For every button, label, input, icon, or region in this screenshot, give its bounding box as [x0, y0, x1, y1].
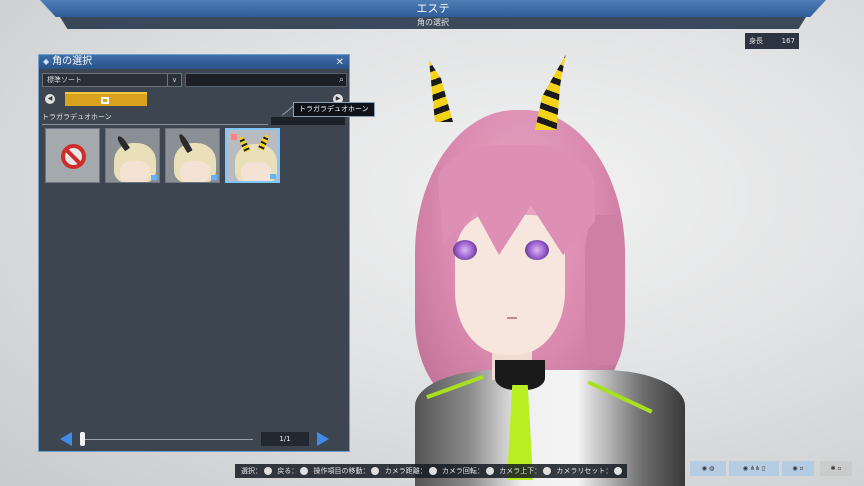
item-horn-2[interactable]: [165, 128, 220, 183]
name-field: [271, 117, 345, 125]
page-slider-track[interactable]: [85, 439, 253, 440]
diamond-icon: ◆: [43, 57, 50, 66]
item-none[interactable]: [45, 128, 100, 183]
height-display: 身長 167: [745, 33, 799, 49]
button-b-icon: [300, 467, 309, 475]
button-a-icon: [264, 467, 272, 475]
character-eye-left: [453, 240, 477, 260]
guide-back: 戻る：: [277, 467, 299, 475]
guide-camera-distance: カメラ距離：: [384, 467, 427, 475]
category-tab-all[interactable]: [65, 92, 147, 106]
screen-subtitle: 角の選択: [60, 17, 806, 29]
category-prev-button-icon[interactable]: ◀: [45, 94, 55, 104]
controls-guide: 選択： 戻る： 操作項目の移動： カメラ距離： カメラ回転： カメラ上下： カメ…: [235, 464, 627, 478]
new-badge-icon: [231, 134, 237, 140]
grid-icon: [101, 97, 109, 104]
light-toggle-button[interactable]: ✱ ▫: [820, 461, 852, 476]
guide-camera-reset: カメラリセット：: [556, 467, 613, 475]
character-braid: [585, 215, 625, 365]
panel-title: 角の選択: [52, 56, 93, 67]
status-tag-icon: [270, 174, 276, 179]
item-tooltip: トラガラデュオホーン: [293, 102, 375, 117]
character-mouth: [507, 317, 517, 319]
page-slider-handle[interactable]: [80, 432, 85, 446]
stick-click-icon: [614, 467, 623, 475]
height-value: 167: [781, 37, 795, 45]
guide-move: 操作項目の移動：: [313, 467, 370, 475]
panel-titlebar: ◆ 角の選択 ✕: [39, 55, 349, 69]
character-face-thumbnail: [174, 143, 216, 182]
status-tag-icon: [211, 175, 217, 180]
character-eye-right: [525, 240, 549, 260]
view-toggle-button[interactable]: ◉ ◍: [690, 461, 726, 476]
pose-toggle-button[interactable]: ◉ ⋔⋔ ▯: [729, 461, 779, 476]
screen-title: エステ: [40, 0, 826, 17]
status-tag-icon: [151, 175, 157, 180]
guide-camera-rotate: カメラ回転：: [441, 467, 484, 475]
close-icon[interactable]: ✕: [336, 56, 344, 70]
selected-item-name: トラガラデュオホーン: [42, 112, 268, 125]
sort-label: 標準ソート: [47, 76, 82, 84]
item-horn-1[interactable]: [105, 128, 160, 183]
page-prev-arrow-icon[interactable]: [60, 432, 72, 446]
chevron-down-icon[interactable]: ∨: [167, 74, 181, 86]
stick-icon: [543, 467, 552, 475]
no-entry-icon: [61, 144, 86, 169]
character-face-thumbnail: [114, 143, 156, 182]
dpad-icon: [371, 467, 380, 475]
search-icon[interactable]: ⌕: [339, 74, 344, 86]
camera-toggle-button[interactable]: ◉ ▫: [782, 461, 814, 476]
item-horn-3-selected[interactable]: [225, 128, 280, 183]
character-preview[interactable]: [395, 55, 695, 486]
stick-icon: [485, 467, 494, 475]
item-grid: [45, 128, 280, 183]
page-next-arrow-icon[interactable]: [317, 432, 329, 446]
guide-camera-updown: カメラ上下：: [499, 467, 542, 475]
height-label: 身長: [749, 37, 763, 45]
search-input[interactable]: ⌕: [185, 73, 347, 87]
horn-left: [429, 60, 453, 122]
horn-right: [535, 55, 566, 130]
sort-dropdown[interactable]: 標準ソート ∨: [42, 73, 182, 87]
page-indicator: 1/1: [261, 432, 309, 446]
guide-select: 選択：: [241, 467, 262, 475]
stick-icon: [428, 467, 437, 475]
